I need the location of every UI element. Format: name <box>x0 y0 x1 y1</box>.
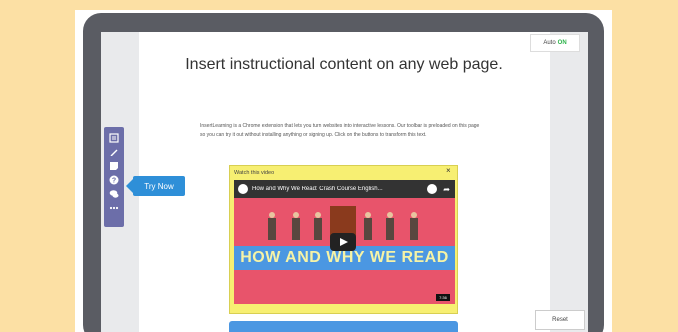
video-duration: 7:36 <box>436 294 450 301</box>
figure <box>386 212 394 240</box>
pencil-icon[interactable] <box>108 146 120 158</box>
intro-text: InsertLearning is a Chrome extension tha… <box>200 123 480 138</box>
page-title: Insert instructional content on any web … <box>185 56 503 73</box>
try-now-callout[interactable]: Try Now <box>126 176 185 196</box>
stage: Auto ON Insert instructional content on … <box>0 0 678 332</box>
play-button[interactable] <box>330 233 356 251</box>
figure <box>268 212 276 240</box>
watch-later-icon[interactable] <box>427 184 438 194</box>
next-widget-peek <box>229 321 458 332</box>
figure <box>292 212 300 240</box>
figure <box>314 212 322 240</box>
discussion-icon[interactable] <box>108 188 120 200</box>
channel-avatar <box>238 184 248 194</box>
highlight-icon[interactable] <box>108 132 120 144</box>
insertlearning-toolbar: ? <box>104 127 124 227</box>
close-icon[interactable]: × <box>446 166 451 175</box>
auto-status: ON <box>557 40 567 46</box>
figure <box>364 212 372 240</box>
figure <box>410 212 418 240</box>
share-icon[interactable]: ➦ <box>443 185 450 194</box>
svg-text:?: ? <box>112 178 116 185</box>
video-widget-label: Watch this video <box>234 170 275 176</box>
auto-label: Auto <box>543 40 556 46</box>
auto-toggle[interactable]: Auto ON <box>530 34 580 52</box>
video-header: How and Why We Read: Crash Course Englis… <box>234 180 455 198</box>
question-icon[interactable]: ? <box>108 174 120 186</box>
reset-button[interactable]: Reset <box>535 310 585 330</box>
note-icon[interactable] <box>108 160 120 172</box>
video-title[interactable]: How and Why We Read: Crash Course Englis… <box>252 186 427 192</box>
more-icon[interactable] <box>108 202 120 214</box>
